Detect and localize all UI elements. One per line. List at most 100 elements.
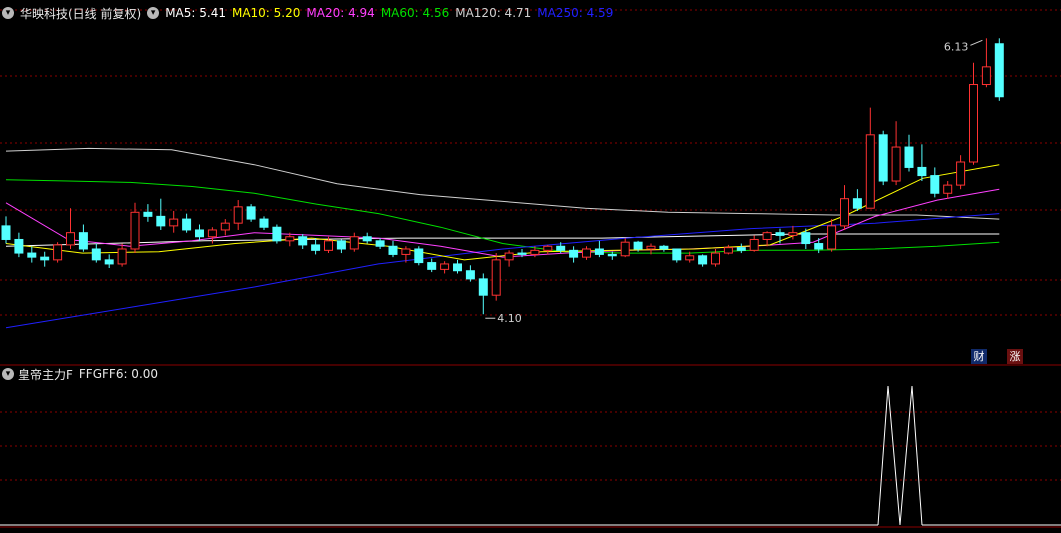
candle[interactable] [453,259,462,274]
candle[interactable] [156,198,166,230]
candle[interactable] [956,155,966,190]
candle[interactable] [311,238,321,255]
candle[interactable] [491,253,501,301]
candle-body [143,211,153,217]
candle[interactable] [736,243,746,254]
chevron-down-icon[interactable]: ▾ [2,7,14,19]
candle[interactable] [427,258,437,273]
candle[interactable] [620,238,630,258]
candle[interactable] [478,273,488,315]
candle[interactable] [130,202,140,254]
candle[interactable] [220,219,230,236]
candle[interactable] [878,130,888,186]
candle-body [827,225,837,250]
candle-body [259,218,269,228]
candle[interactable] [775,228,785,244]
candle[interactable] [362,232,372,244]
candle[interactable] [723,244,733,255]
candle-body [427,262,437,270]
candle[interactable] [904,134,914,172]
main-chart-header: ▾ 华映科技(日线 前复权) ▾ MA5: 5.41 MA10: 5.20 MA… [0,4,619,22]
candle[interactable] [53,242,63,263]
chevron-down-icon[interactable]: ▾ [2,368,14,380]
candle-body [272,226,282,242]
candle[interactable] [762,231,772,247]
candle[interactable] [840,185,849,230]
candle[interactable] [465,265,475,282]
candle[interactable] [994,38,1004,101]
indicator-value: FFGFF6: 0.00 [78,367,159,381]
candle[interactable] [1,216,11,244]
candle[interactable] [104,254,114,269]
candle[interactable] [814,238,824,254]
rise-badge[interactable]: 涨 [1007,349,1023,364]
candle[interactable] [827,219,837,252]
candle[interactable] [865,107,875,209]
candle-body [14,238,24,254]
candle[interactable] [917,144,927,182]
candle[interactable] [375,238,385,249]
candle-body [414,248,424,264]
candle[interactable] [27,246,37,263]
candle[interactable] [672,248,682,263]
candle[interactable] [40,251,50,267]
low-price-label: 4.10 [497,312,522,325]
candle-body [981,66,991,86]
candle[interactable] [14,232,24,258]
candle-body [685,255,695,261]
candle[interactable] [169,210,179,233]
candle-body [711,252,720,265]
candle[interactable] [388,240,398,258]
finance-badge[interactable]: 财 [971,349,987,364]
candle-body [53,244,63,261]
candle[interactable] [852,189,862,211]
candle[interactable] [969,62,978,165]
candle[interactable] [298,234,308,249]
candlesticks[interactable] [1,38,1004,315]
candle[interactable] [117,243,127,267]
ma-label: MA5: 5.41 [165,6,226,20]
candle[interactable] [195,224,204,241]
stock-chart[interactable]: 6.13 4.10 [0,0,1061,533]
candle-body [530,249,540,255]
candle[interactable] [272,224,282,244]
candle[interactable] [891,121,901,186]
candle[interactable] [246,204,256,222]
candle[interactable] [930,167,940,198]
candle-body [569,249,579,258]
indicator-header: ▾ 皇帝主力F FFGFF6: 0.00 [0,366,158,382]
ma-label: MA250: 4.59 [537,6,614,20]
candle[interactable] [440,261,450,274]
candle-body [117,248,127,265]
candle-body [246,206,256,220]
candle[interactable] [504,250,514,267]
candle[interactable] [543,244,553,255]
candle[interactable] [698,254,708,267]
candle[interactable] [659,244,669,252]
candle[interactable] [749,235,759,252]
candle-body [865,134,875,209]
candle[interactable] [91,243,101,263]
candle[interactable] [66,208,75,249]
ma-label: MA60: 4.56 [380,6,450,20]
candle-body [672,248,682,261]
candle[interactable] [259,216,269,230]
candle[interactable] [349,232,359,252]
candle[interactable] [981,38,991,88]
candle-body [195,229,204,238]
candle[interactable] [143,204,153,222]
candle[interactable] [182,213,192,233]
candle[interactable] [78,224,88,252]
candle[interactable] [582,246,591,260]
candle[interactable] [594,240,604,258]
candle[interactable] [233,200,243,230]
candle-body [91,248,101,261]
candle-body [698,255,708,265]
candle-body [207,229,217,238]
candle-body [788,232,798,236]
candle[interactable] [569,246,579,263]
candle[interactable] [336,239,346,254]
candle[interactable] [943,181,953,199]
candle[interactable] [414,246,424,266]
chevron-down-icon[interactable]: ▾ [147,7,160,19]
